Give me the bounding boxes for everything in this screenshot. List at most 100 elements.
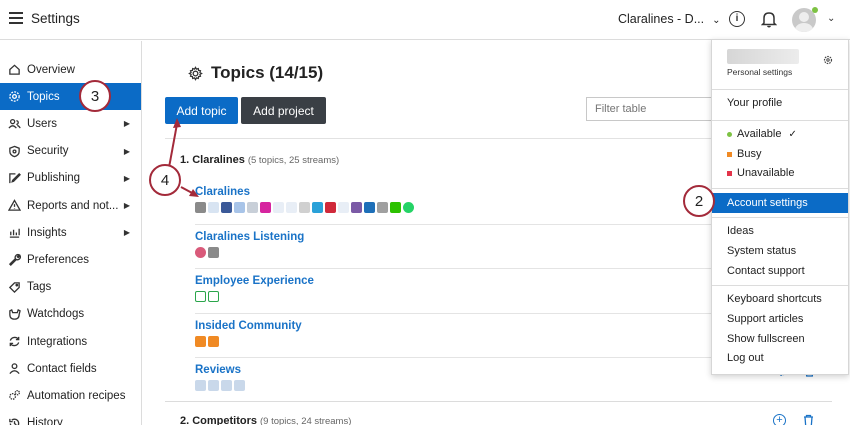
stream-icons <box>195 336 219 347</box>
stream-icons <box>195 247 219 258</box>
sidebar-item-preferences[interactable]: Preferences <box>0 246 141 273</box>
sidebar-item-users[interactable]: Users ▶ <box>0 110 141 137</box>
topic-link[interactable]: Reviews <box>195 364 241 376</box>
sidebar-item-history[interactable]: History <box>0 410 141 425</box>
menu-divider <box>712 188 848 189</box>
caret-right-icon: ▶ <box>123 146 130 156</box>
insights-icon <box>9 228 20 238</box>
add-project-button[interactable]: Add project <box>241 97 326 124</box>
project-divider <box>165 401 832 402</box>
log-out-item[interactable]: Log out <box>712 348 848 368</box>
gear-icon <box>9 91 20 102</box>
personal-settings-link[interactable]: Personal settings <box>727 67 792 77</box>
show-fullscreen-item[interactable]: Show fullscreen <box>712 329 848 349</box>
keyboard-shortcuts-item[interactable]: Keyboard shortcuts <box>712 289 848 309</box>
project-name: 1. Claralines <box>180 154 245 166</box>
ideas-item[interactable]: Ideas <box>712 221 848 241</box>
contact-support-item[interactable]: Contact support <box>712 261 848 281</box>
sync-icon <box>9 336 20 347</box>
sidebar-item-label: Security <box>27 145 69 158</box>
system-status-item[interactable]: System status <box>712 241 848 261</box>
trash-icon[interactable] <box>803 414 814 425</box>
account-settings-item[interactable]: Account settings <box>712 193 848 213</box>
sidebar-item-topics[interactable]: Topics <box>0 83 141 111</box>
status-dot <box>812 7 818 13</box>
chevron-down-icon: ⌄ <box>712 15 721 26</box>
sidebar-item-label: Preferences <box>27 253 90 266</box>
review-icon <box>195 380 206 391</box>
phone-icon <box>195 291 206 302</box>
home-icon <box>9 64 20 75</box>
gears-icon <box>9 390 20 401</box>
viber-icon <box>351 202 362 213</box>
app-title: Settings <box>31 11 80 26</box>
location-icon <box>208 380 219 391</box>
sidebar-item-watchdogs[interactable]: Watchdogs <box>0 301 141 328</box>
bell-icon[interactable] <box>761 10 777 28</box>
menu-divider <box>712 285 848 286</box>
topic-link[interactable]: Employee Experience <box>195 275 314 287</box>
topic-link[interactable]: Claralines Listening <box>195 231 304 243</box>
topic-link[interactable]: Insided Community <box>195 320 302 332</box>
sidebar-item-label: Reports and not... <box>27 199 119 212</box>
project-header: 2. Competitors (9 topics, 24 streams) <box>180 415 351 425</box>
page-title: Topics (14/15) <box>188 63 323 83</box>
web-icon <box>338 202 349 213</box>
apple-icon <box>195 202 206 213</box>
sidebar: Overview Topics Users ▶ Security ▶ Publishing ▶… <box>0 41 142 425</box>
menu-divider <box>712 120 848 121</box>
caret-right-icon: ▶ <box>123 201 130 210</box>
avatar-chevron-icon[interactable]: ⌄ <box>827 13 835 24</box>
sidebar-item-insights[interactable]: Insights ▶ <box>0 219 141 246</box>
sidebar-item-tags[interactable]: Tags <box>0 274 141 301</box>
history-icon <box>9 418 20 425</box>
sidebar-item-overview[interactable]: Overview <box>0 56 141 83</box>
rss-icon <box>208 336 219 347</box>
review-icon <box>221 380 232 391</box>
blog-icon <box>247 202 258 213</box>
sidebar-item-label: Automation recipes <box>27 389 126 402</box>
hamburger-menu-icon[interactable] <box>9 12 23 24</box>
filter-table-input[interactable] <box>586 97 716 121</box>
sidebar-item-label: History <box>27 417 63 425</box>
sidebar-item-label: Contact fields <box>27 362 97 375</box>
add-topic-button[interactable]: Add topic <box>165 97 238 124</box>
support-articles-item[interactable]: Support articles <box>712 309 848 329</box>
callout-4: 4 <box>149 164 181 196</box>
web-icon <box>208 202 219 213</box>
info-icon[interactable]: i <box>729 11 745 27</box>
your-profile-item[interactable]: Your profile <box>712 93 848 113</box>
instagram-icon <box>260 202 271 213</box>
topic-link[interactable]: Claralines <box>195 186 250 198</box>
status-unavailable-item[interactable]: Unavailable <box>712 163 848 183</box>
wechat-icon <box>390 202 401 213</box>
project-name: 2. Competitors <box>180 415 258 425</box>
gear-icon <box>188 65 203 81</box>
users-icon <box>8 119 21 129</box>
sidebar-item-reports-and-not[interactable]: Reports and not... ▶ <box>0 192 141 219</box>
sidebar-item-integrations[interactable]: Integrations <box>0 328 141 355</box>
web-icon <box>273 202 284 213</box>
sidebar-item-publishing[interactable]: Publishing ▶ <box>0 165 141 192</box>
sidebar-item-label: Insights <box>27 226 67 239</box>
edit-icon <box>9 172 21 183</box>
sidebar-item-automation-recipes[interactable]: Automation recipes <box>0 382 141 409</box>
search-icon <box>208 247 219 258</box>
wrench-icon <box>8 254 21 267</box>
status-busy-item[interactable]: Busy <box>712 144 848 164</box>
caret-right-icon: ▶ <box>123 228 130 238</box>
available-dot-icon <box>727 131 732 137</box>
sidebar-item-label: Tags <box>27 281 52 294</box>
caret-right-icon: ▶ <box>123 119 130 129</box>
project-header: 1. Claralines (5 topics, 25 streams) <box>180 154 339 166</box>
checkmark-icon: ✓ <box>788 128 797 140</box>
sidebar-item-security[interactable]: Security ▶ <box>0 138 141 165</box>
gear-icon[interactable] <box>823 55 833 65</box>
sidebar-item-contact-fields[interactable]: Contact fields <box>0 355 141 382</box>
sms-icon <box>377 202 388 213</box>
status-available-item[interactable]: Available ✓ <box>712 124 848 144</box>
sidebar-item-label: Watchdogs <box>27 308 85 321</box>
account-switcher[interactable]: Claralines - D... ⌄ <box>618 12 721 26</box>
add-topic-icon[interactable]: + <box>773 414 786 425</box>
top-bar: Settings Claralines - D... ⌄ i ⌄ <box>0 0 850 40</box>
